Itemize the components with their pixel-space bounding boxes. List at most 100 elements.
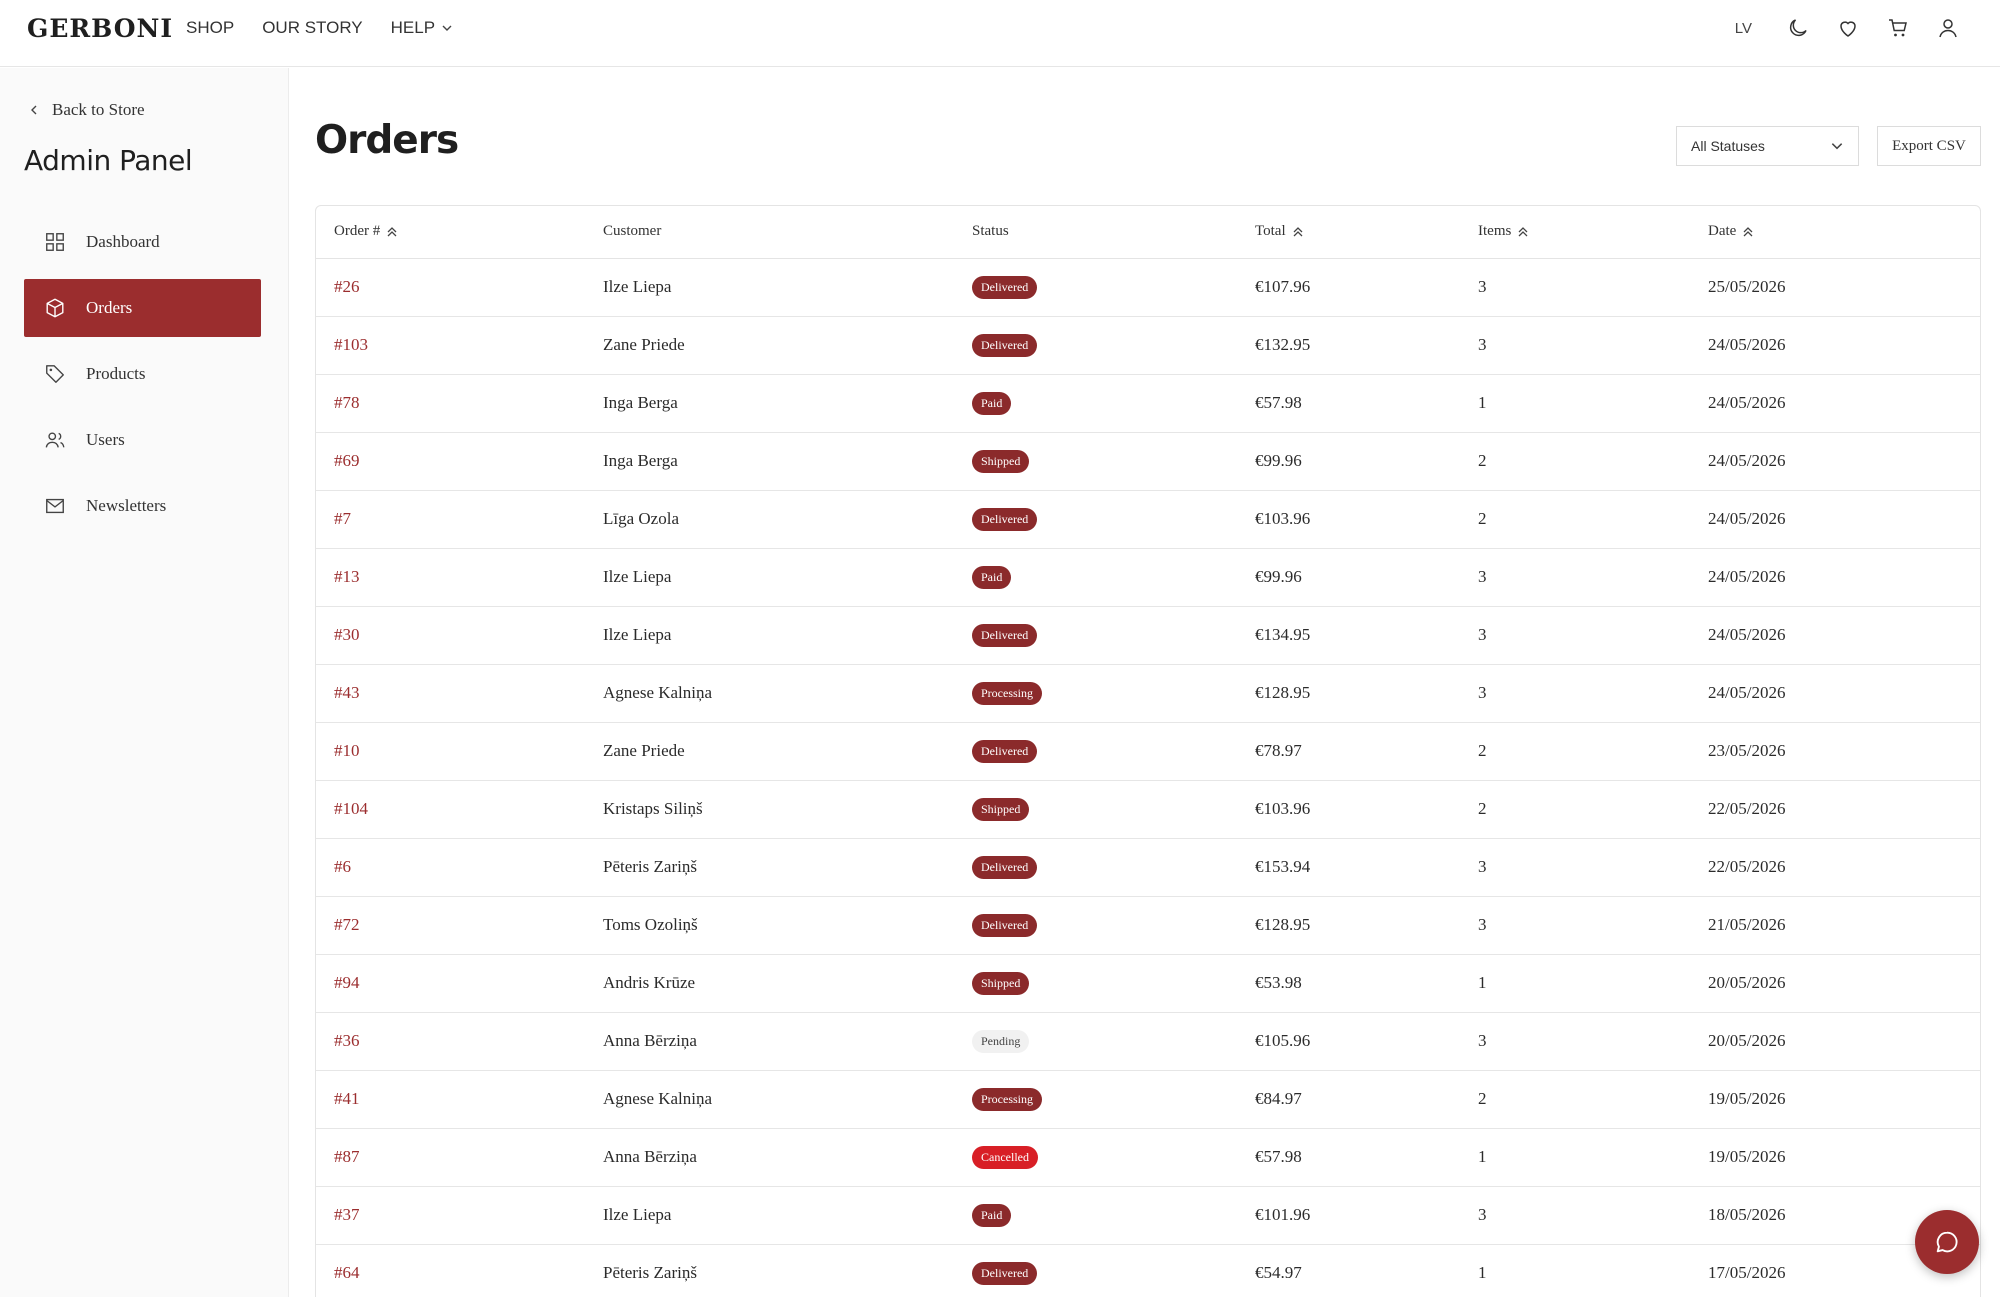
order-number-link[interactable]: #7 <box>316 490 585 548</box>
table-row[interactable]: #26 Ilze Liepa Delivered €107.96 3 25/05/2026 <box>316 258 1980 316</box>
order-number-link[interactable]: #37 <box>316 1186 585 1244</box>
nav-our-story[interactable]: OUR STORY <box>262 18 362 38</box>
order-date: 24/05/2026 <box>1708 625 1786 644</box>
table-row[interactable]: #36 Anna Bērziņa Pending €105.96 3 20/05/2026 <box>316 1012 1980 1070</box>
column-header-items[interactable]: Items <box>1460 206 1690 259</box>
sort-icon <box>387 226 397 237</box>
status-filter-value: All Statuses <box>1691 138 1765 154</box>
grid-icon <box>46 233 64 251</box>
column-header-total[interactable]: Total <box>1237 206 1460 259</box>
status-badge: Delivered <box>972 333 1038 357</box>
chevron-down-icon <box>442 25 452 31</box>
order-number-link[interactable]: #41 <box>316 1070 585 1128</box>
customer-name: Anna Bērziņa <box>603 1031 697 1050</box>
order-date: 24/05/2026 <box>1708 683 1786 702</box>
item-count: 3 <box>1478 567 1487 586</box>
admin-panel-title: Admin Panel <box>24 144 193 177</box>
sort-icon <box>1293 226 1303 237</box>
table-header-row: Order # Customer Status Total Items Date <box>316 206 1980 259</box>
order-date: 22/05/2026 <box>1708 799 1786 818</box>
customer-name: Ilze Liepa <box>603 567 672 586</box>
status-badge: Pending <box>972 1029 1030 1053</box>
column-header-order[interactable]: Order # <box>316 206 585 259</box>
table-row[interactable]: #103 Zane Priede Delivered €132.95 3 24/05/20… <box>316 316 1980 374</box>
customer-name: Inga Berga <box>603 451 678 470</box>
table-row[interactable]: #30 Ilze Liepa Delivered €134.95 3 24/05/2026 <box>316 606 1980 664</box>
status-badge: Shipped <box>972 449 1030 473</box>
order-number-link[interactable]: #43 <box>316 664 585 722</box>
customer-name: Inga Berga <box>603 393 678 412</box>
table-row[interactable]: #78 Inga Berga Paid €57.98 1 24/05/2026 <box>316 374 1980 432</box>
table-row[interactable]: #13 Ilze Liepa Paid €99.96 3 24/05/2026 <box>316 548 1980 606</box>
admin-sidebar: Back to Store Admin Panel Dashboard Orde… <box>0 68 289 1297</box>
status-cell: Shipped <box>954 954 1237 1012</box>
sidebar-item-users[interactable]: Users <box>24 411 261 469</box>
chat-button[interactable] <box>1915 1210 1979 1274</box>
status-badge: Delivered <box>972 275 1038 299</box>
page-title: Orders <box>315 118 459 163</box>
customer-name: Zane Priede <box>603 335 685 354</box>
table-row[interactable]: #6 Pēteris Zariņš Delivered €153.94 3 22/05/2… <box>316 838 1980 896</box>
status-cell: Delivered <box>954 838 1237 896</box>
table-row[interactable]: #37 Ilze Liepa Paid €101.96 3 18/05/2026 <box>316 1186 1980 1244</box>
sidebar-item-products[interactable]: Products <box>24 345 261 403</box>
order-number-link[interactable]: #87 <box>316 1128 585 1186</box>
sidebar-item-newsletters[interactable]: Newsletters <box>24 477 261 535</box>
nav-actions: LV <box>1735 16 1960 40</box>
heart-icon[interactable] <box>1836 16 1860 40</box>
table-row[interactable]: #72 Toms Ozoliņš Delivered €128.95 3 21/05/20… <box>316 896 1980 954</box>
order-number-link[interactable]: #72 <box>316 896 585 954</box>
table-row[interactable]: #104 Kristaps Siliņš Shipped €103.96 2 22/05/… <box>316 780 1980 838</box>
order-number-link[interactable]: #36 <box>316 1012 585 1070</box>
item-count: 2 <box>1478 1089 1487 1108</box>
order-total: €53.98 <box>1255 973 1302 992</box>
table-row[interactable]: #43 Agnese Kalniņa Processing €128.95 3 24/05… <box>316 664 1980 722</box>
column-header-date[interactable]: Date <box>1690 206 1980 259</box>
table-row[interactable]: #41 Agnese Kalniņa Processing €84.97 2 19/05/… <box>316 1070 1980 1128</box>
item-count: 3 <box>1478 683 1487 702</box>
order-number-link[interactable]: #94 <box>316 954 585 1012</box>
order-date: 24/05/2026 <box>1708 335 1786 354</box>
order-number-link[interactable]: #6 <box>316 838 585 896</box>
moon-icon[interactable] <box>1786 16 1810 40</box>
table-row[interactable]: #10 Zane Priede Delivered €78.97 2 23/05/2026 <box>316 722 1980 780</box>
export-csv-button[interactable]: Export CSV <box>1877 126 1981 166</box>
order-number-link[interactable]: #64 <box>316 1244 585 1297</box>
order-total: €99.96 <box>1255 567 1302 586</box>
status-cell: Paid <box>954 548 1237 606</box>
table-row[interactable]: #94 Andris Krūze Shipped €53.98 1 20/05/2026 <box>316 954 1980 1012</box>
item-count: 3 <box>1478 857 1487 876</box>
cart-icon[interactable] <box>1886 16 1910 40</box>
user-icon[interactable] <box>1936 16 1960 40</box>
status-cell: Delivered <box>954 490 1237 548</box>
table-row[interactable]: #64 Pēteris Zariņš Delivered €54.97 1 17/05/2… <box>316 1244 1980 1297</box>
table-row[interactable]: #7 Līga Ozola Delivered €103.96 2 24/05/2026 <box>316 490 1980 548</box>
order-number-link[interactable]: #103 <box>316 316 585 374</box>
order-number-link[interactable]: #78 <box>316 374 585 432</box>
order-number-link[interactable]: #104 <box>316 780 585 838</box>
order-number-link[interactable]: #13 <box>316 548 585 606</box>
nav-shop[interactable]: SHOP <box>186 18 234 38</box>
order-number-link[interactable]: #26 <box>316 258 585 316</box>
order-total: €153.94 <box>1255 857 1311 876</box>
box-icon <box>46 298 64 318</box>
order-date: 24/05/2026 <box>1708 509 1786 528</box>
order-total: €57.98 <box>1255 393 1302 412</box>
order-number-link[interactable]: #69 <box>316 432 585 490</box>
sidebar-item-label: Newsletters <box>86 496 167 515</box>
sidebar-item-dashboard[interactable]: Dashboard <box>24 213 261 271</box>
order-number-link[interactable]: #10 <box>316 722 585 780</box>
item-count: 2 <box>1478 799 1487 818</box>
sidebar-item-orders[interactable]: Orders <box>24 279 261 337</box>
table-row[interactable]: #87 Anna Bērziņa Cancelled €57.98 1 19/05/202… <box>316 1128 1980 1186</box>
admin-menu: Dashboard Orders Products Users Newslett… <box>24 213 261 543</box>
language-switch[interactable]: LV <box>1735 20 1752 37</box>
brand-logo[interactable]: GERBONI <box>27 14 173 43</box>
item-count: 1 <box>1478 973 1487 992</box>
status-filter-select[interactable]: All Statuses <box>1676 126 1859 166</box>
table-row[interactable]: #69 Inga Berga Shipped €99.96 2 24/05/2026 <box>316 432 1980 490</box>
order-number-link[interactable]: #30 <box>316 606 585 664</box>
nav-help[interactable]: HELP <box>391 18 453 38</box>
back-to-store-link[interactable]: Back to Store <box>28 100 145 120</box>
order-date: 20/05/2026 <box>1708 1031 1786 1050</box>
